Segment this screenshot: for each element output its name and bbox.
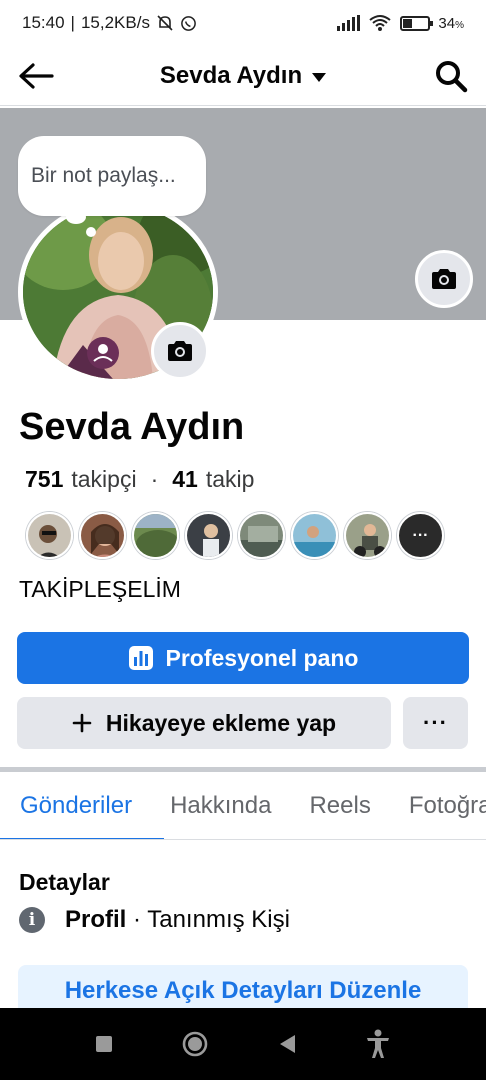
note-bubble[interactable]: Bir not paylaş... (18, 136, 206, 216)
profile-header: Sevda Aydın (0, 46, 486, 106)
followers-label[interactable]: takipçi (71, 466, 136, 493)
back-triangle-icon[interactable] (277, 1033, 297, 1055)
recent-apps-icon[interactable] (94, 1034, 114, 1054)
avatar-camera-button[interactable] (151, 322, 209, 380)
system-navigation-bar (0, 1008, 486, 1080)
tab-posts[interactable]: Gönderiler (0, 772, 165, 839)
followers-count[interactable]: 751 (25, 466, 63, 493)
professional-dashboard-button[interactable]: Profesyonel pano (17, 632, 469, 684)
status-left: 15:40 | 15,2KB/s (22, 13, 197, 33)
follower-avatar[interactable] (238, 512, 285, 559)
follower-avatar[interactable] (26, 512, 73, 559)
more-followers-button[interactable]: ··· (397, 512, 444, 559)
follower-avatar[interactable] (132, 512, 179, 559)
info-icon: i (19, 907, 45, 933)
tab-reels[interactable]: Reels (290, 772, 389, 839)
follower-avatar[interactable] (291, 512, 338, 559)
status-right: 34% (337, 14, 464, 32)
follower-avatar[interactable] (344, 512, 391, 559)
whatsapp-icon (181, 15, 196, 31)
wifi-icon (369, 15, 392, 31)
tab-photos[interactable]: Fotoğraflar (390, 772, 486, 839)
status-time: 15:40 (22, 13, 65, 32)
more-options-button[interactable]: ··· (403, 697, 468, 749)
camera-icon (432, 269, 456, 289)
plus-icon (72, 713, 92, 733)
back-button[interactable] (18, 56, 58, 96)
following-label[interactable]: takip (206, 466, 255, 493)
more-options-label: ··· (423, 710, 448, 735)
detail-row-profile: i Profil · Tanınmış Kişi (19, 906, 290, 934)
detail-text: Profil · Tanınmış Kişi (65, 906, 290, 934)
battery-level (403, 18, 412, 28)
details-title: Detaylar (19, 869, 110, 895)
tab-about[interactable]: Hakkında (151, 772, 290, 839)
detail-profile-label: Profil (65, 906, 127, 933)
add-story-label: Hikayeye ekleme yap (105, 709, 337, 736)
home-icon[interactable] (181, 1030, 209, 1058)
chevron-down-icon (312, 72, 327, 82)
add-story-button[interactable]: Hikayeye ekleme yap (17, 697, 391, 749)
battery-icon (400, 15, 434, 31)
profile-name: Sevda Aydın (19, 406, 245, 448)
profile-bio: TAKİPLEŞELİM (19, 576, 181, 602)
professional-dashboard-label: Profesyonel pano (165, 644, 359, 671)
header-title: Sevda Aydın (159, 61, 303, 89)
follower-avatar[interactable] (79, 512, 126, 559)
camera-icon (168, 341, 192, 361)
status-speed: 15,2KB/s (80, 13, 150, 32)
note-bubble-tail-small (86, 227, 96, 237)
follower-avatar[interactable] (185, 512, 232, 559)
signal-icon (337, 15, 361, 31)
profile-tabs: Gönderiler Hakkında Reels Fotoğraflar (0, 772, 486, 840)
dashboard-chart-icon (128, 646, 153, 670)
search-button[interactable] (428, 56, 468, 96)
battery-text: 34% (438, 14, 464, 32)
note-bubble-tail (66, 210, 86, 224)
cover-camera-button[interactable] (415, 250, 473, 308)
following-count[interactable]: 41 (172, 466, 198, 493)
detail-profile-type: · Tanınmış Kişi (126, 906, 290, 933)
edit-public-details-label: Herkese Açık Detayları Düzenle (64, 977, 422, 1004)
mute-bell-icon (157, 15, 173, 31)
followers-preview[interactable]: ··· (26, 512, 444, 559)
accessibility-icon[interactable] (364, 1028, 392, 1060)
status-bar: 15:40 | 15,2KB/s 34% (0, 0, 486, 46)
more-followers-label: ··· (412, 526, 429, 544)
profile-switcher[interactable]: Sevda Aydın (159, 61, 327, 90)
profile-stats: 751 takipçi · 41 takip (25, 466, 254, 493)
back-arrow-icon (19, 62, 54, 89)
status-sep: | (70, 13, 75, 32)
search-icon (435, 60, 468, 92)
note-placeholder: Bir not paylaş... (31, 164, 176, 187)
stats-separator: · (150, 466, 159, 492)
